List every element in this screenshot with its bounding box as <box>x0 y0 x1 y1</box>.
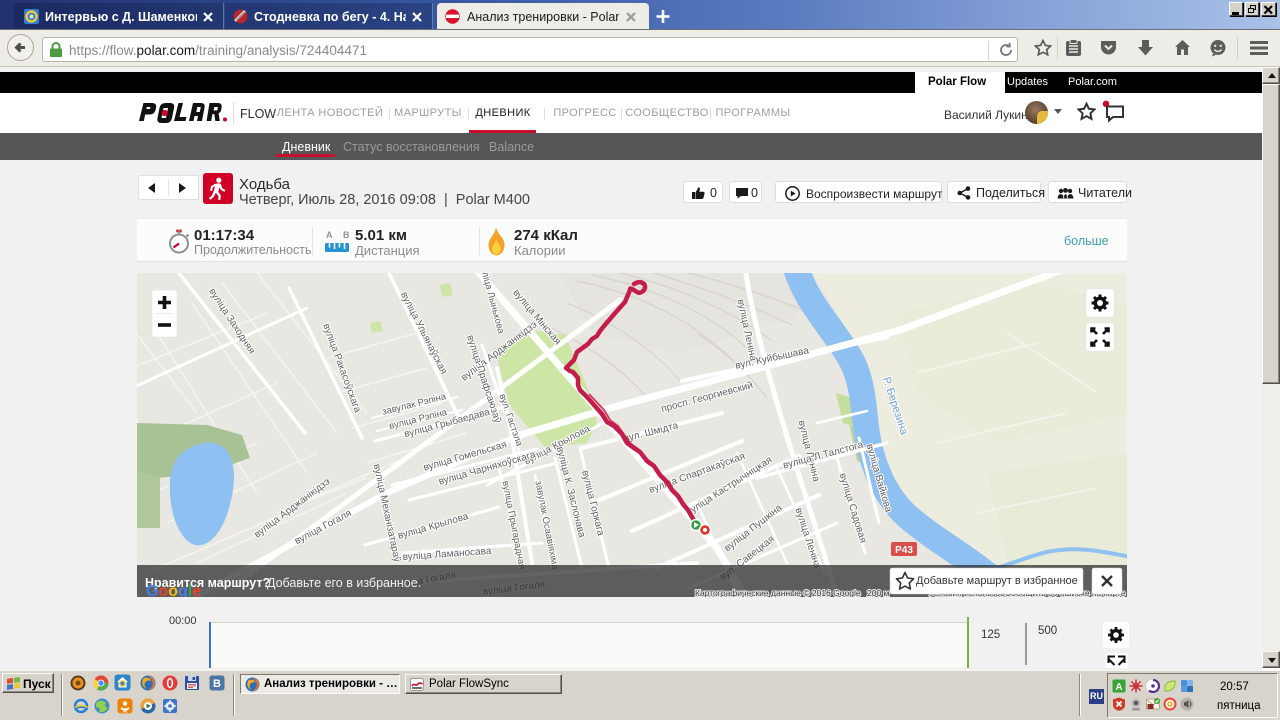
svg-text:Картографические данные © 2016: Картографические данные © 2016 Google <box>695 588 861 597</box>
svg-text:Добавьте его в избранное.: Добавьте его в избранное. <box>267 576 421 590</box>
svg-text:Добавьте маршрут в избранное: Добавьте маршрут в избранное <box>916 575 1078 587</box>
svg-text:A: A <box>1115 682 1122 693</box>
svg-text:200 м: 200 м <box>867 588 890 597</box>
svg-text:Р43: Р43 <box>895 545 913 556</box>
svg-text:Google: Google <box>146 583 201 597</box>
svg-text:В: В <box>213 678 221 690</box>
